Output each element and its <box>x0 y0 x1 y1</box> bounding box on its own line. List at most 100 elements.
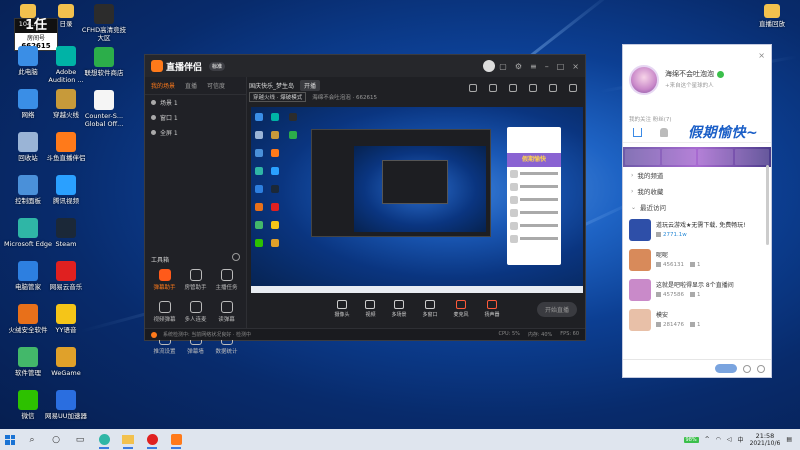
toggle-pill[interactable] <box>715 364 737 373</box>
control-button[interactable]: 扬声器 <box>485 300 500 318</box>
section-header[interactable]: › 我的频道 <box>623 167 771 183</box>
screenshot-icon[interactable] <box>469 84 477 92</box>
gift-icon[interactable] <box>529 84 537 92</box>
close-icon[interactable]: × <box>758 51 765 60</box>
desktop-icon-netease-music[interactable]: 网易云音乐 <box>42 261 90 291</box>
cortana-icon[interactable]: ○ <box>44 429 68 450</box>
desktop-icon-label: Steam <box>55 240 77 248</box>
panel-scrollbar[interactable] <box>766 165 769 245</box>
search-icon[interactable]: ⌕ <box>20 429 44 450</box>
desktop-icon-label: 腾讯视频 <box>53 197 79 205</box>
bell-icon[interactable] <box>549 84 557 92</box>
recent-channel-item[interactable]: 呢呢 456131 1 <box>623 245 771 275</box>
lock-icon[interactable] <box>509 84 517 92</box>
control-button[interactable]: 摄像头 <box>334 300 349 318</box>
netease-music-icon <box>56 261 76 281</box>
refresh-icon[interactable] <box>757 364 765 373</box>
version-badge: 标准 <box>209 61 226 71</box>
app-titlebar[interactable]: 直播伴侣 标准 ▢ ⚙ ≡ – □ × <box>145 55 585 77</box>
tab-0[interactable]: 我的场景 <box>151 81 175 90</box>
toolbox-add-icon[interactable] <box>232 253 240 261</box>
tab-2[interactable]: 可信度 <box>207 81 225 90</box>
wifi-icon[interactable]: ◠ <box>716 436 721 443</box>
tab-1[interactable]: 直播 <box>185 81 197 90</box>
software-manager-icon <box>18 347 38 367</box>
record-icon[interactable] <box>489 84 497 92</box>
recent-channel-item[interactable]: 模安 281476 1 <box>623 305 771 335</box>
scene-item[interactable]: 全屏 1 <box>145 125 246 140</box>
tray-chevron-icon[interactable]: ^ <box>705 436 710 443</box>
desktop-icon-label: 直播回放 <box>759 20 785 28</box>
section-header[interactable]: › 我的收藏 <box>623 183 771 199</box>
ime-icon[interactable]: 中 <box>738 435 744 444</box>
clock[interactable]: 21:58 2021/10/6 <box>750 432 781 447</box>
recent-channel-item[interactable]: 道玩云游戏★无需下载, 免费畅玩! 2771.1w <box>623 215 771 245</box>
desktop-icon-label: 网易云音乐 <box>49 283 83 291</box>
user-avatar[interactable] <box>483 60 496 72</box>
home-icon[interactable] <box>633 128 642 137</box>
control-button[interactable]: 麦克风 <box>454 300 469 318</box>
settings-icon[interactable] <box>743 364 751 373</box>
control-button[interactable]: 多窗口 <box>423 300 438 318</box>
tool-item[interactable]: 读弹幕 <box>211 301 242 323</box>
desktop-icon-cfhd[interactable]: CFHD高清竞技大区 <box>80 4 128 42</box>
category-pill[interactable]: 穿越火线 · 爆破模式 <box>249 92 307 102</box>
settings-icon[interactable]: ⚙ <box>515 62 522 71</box>
desktop-icon-wegame[interactable]: WeGame <box>42 347 90 377</box>
tool-label: 读弹幕 <box>218 317 235 323</box>
desktop-icon-label: 此电脑 <box>18 68 38 76</box>
start-live-button[interactable]: 开始直播 <box>536 302 577 317</box>
share-icon[interactable] <box>569 84 577 92</box>
section-header[interactable]: ⌄ 最近访问 <box>623 199 771 215</box>
tool-item[interactable]: 视频弹幕 <box>149 301 180 323</box>
channel-avatar <box>629 279 651 301</box>
netease-taskbar-icon[interactable] <box>140 429 164 450</box>
profile-avatar[interactable] <box>629 65 659 95</box>
explorer-taskbar-icon[interactable] <box>116 429 140 450</box>
scene-item[interactable]: 场景 1 <box>145 95 246 110</box>
battery-indicator[interactable]: 98% <box>683 436 699 443</box>
desktop-icon-tencent-video[interactable]: 腾讯视频 <box>42 175 90 205</box>
tool-icon <box>189 269 202 281</box>
notification-icon[interactable]: ▤ <box>786 436 792 443</box>
source-controls: 摄像头 视频 多场景 多窗口 麦克风 扬声器 <box>251 297 583 321</box>
maximize-icon[interactable]: □ <box>557 62 565 71</box>
control-button[interactable]: 视频 <box>365 300 375 318</box>
desktop-icon-replay[interactable]: 直播回放 <box>748 4 796 28</box>
scene-item[interactable]: 窗口 1 <box>145 110 246 125</box>
control-icon <box>336 300 347 309</box>
tool-item[interactable]: 多人连麦 <box>180 301 211 323</box>
live-studio-window[interactable]: 直播伴侣 标准 ▢ ⚙ ≡ – □ × 我的场景 直播 可信度 场景 1 窗口 1 全屏… <box>144 54 586 355</box>
tool-item[interactable]: 房管助手 <box>180 269 211 291</box>
visibility-icon[interactable] <box>151 100 156 105</box>
desktop-icon-lenovo-store[interactable]: 联想软件商店 <box>80 47 128 77</box>
skin-icon[interactable]: ▢ <box>499 62 507 71</box>
recent-channel-item[interactable]: 这就是吧啦得显示 8个直播间 457586 1 <box>623 275 771 305</box>
douyu-taskbar-icon[interactable] <box>164 429 188 450</box>
control-icon <box>487 300 498 309</box>
visibility-icon[interactable] <box>151 130 156 135</box>
desktop-icon-steam[interactable]: Steam <box>42 218 90 248</box>
control-label: 摄像头 <box>334 312 350 318</box>
task-view-icon[interactable]: ▭ <box>68 429 92 450</box>
close-icon[interactable]: × <box>572 62 579 71</box>
tool-item[interactable]: 主播任务 <box>211 269 242 291</box>
visibility-icon[interactable] <box>151 115 156 120</box>
desktop-icon-csgo[interactable]: Counter-S... Global Off... <box>80 90 128 128</box>
control-button[interactable]: 多场景 <box>391 300 407 318</box>
start-button[interactable] <box>0 429 20 450</box>
viewers-icon <box>656 232 661 237</box>
desktop-icon-yy[interactable]: YY语音 <box>42 304 90 334</box>
menu-icon[interactable]: ≡ <box>530 62 537 71</box>
promo-banner[interactable] <box>623 147 771 167</box>
stream-preview[interactable]: 假期愉快 <box>251 107 583 293</box>
room-title[interactable]: 国庆快乐_梦生岛 <box>249 81 294 90</box>
tool-item[interactable]: 弹幕助手 <box>149 269 180 291</box>
edge-taskbar-icon[interactable] <box>92 429 116 450</box>
desktop-icon-douyu[interactable]: 斗鱼直播伴侣 <box>42 132 90 162</box>
desktop-icon-uu[interactable]: 网易UU加速器 <box>42 390 90 420</box>
minimize-icon[interactable]: – <box>545 62 549 71</box>
follow-panel[interactable]: × 海绵不会吐泡泡 +来自这个星球的人 我的关注 粉丝(7) › 我的频道 › 我的收… <box>622 44 772 378</box>
volume-icon[interactable]: ◁ <box>727 436 732 443</box>
person-icon[interactable] <box>660 128 668 137</box>
